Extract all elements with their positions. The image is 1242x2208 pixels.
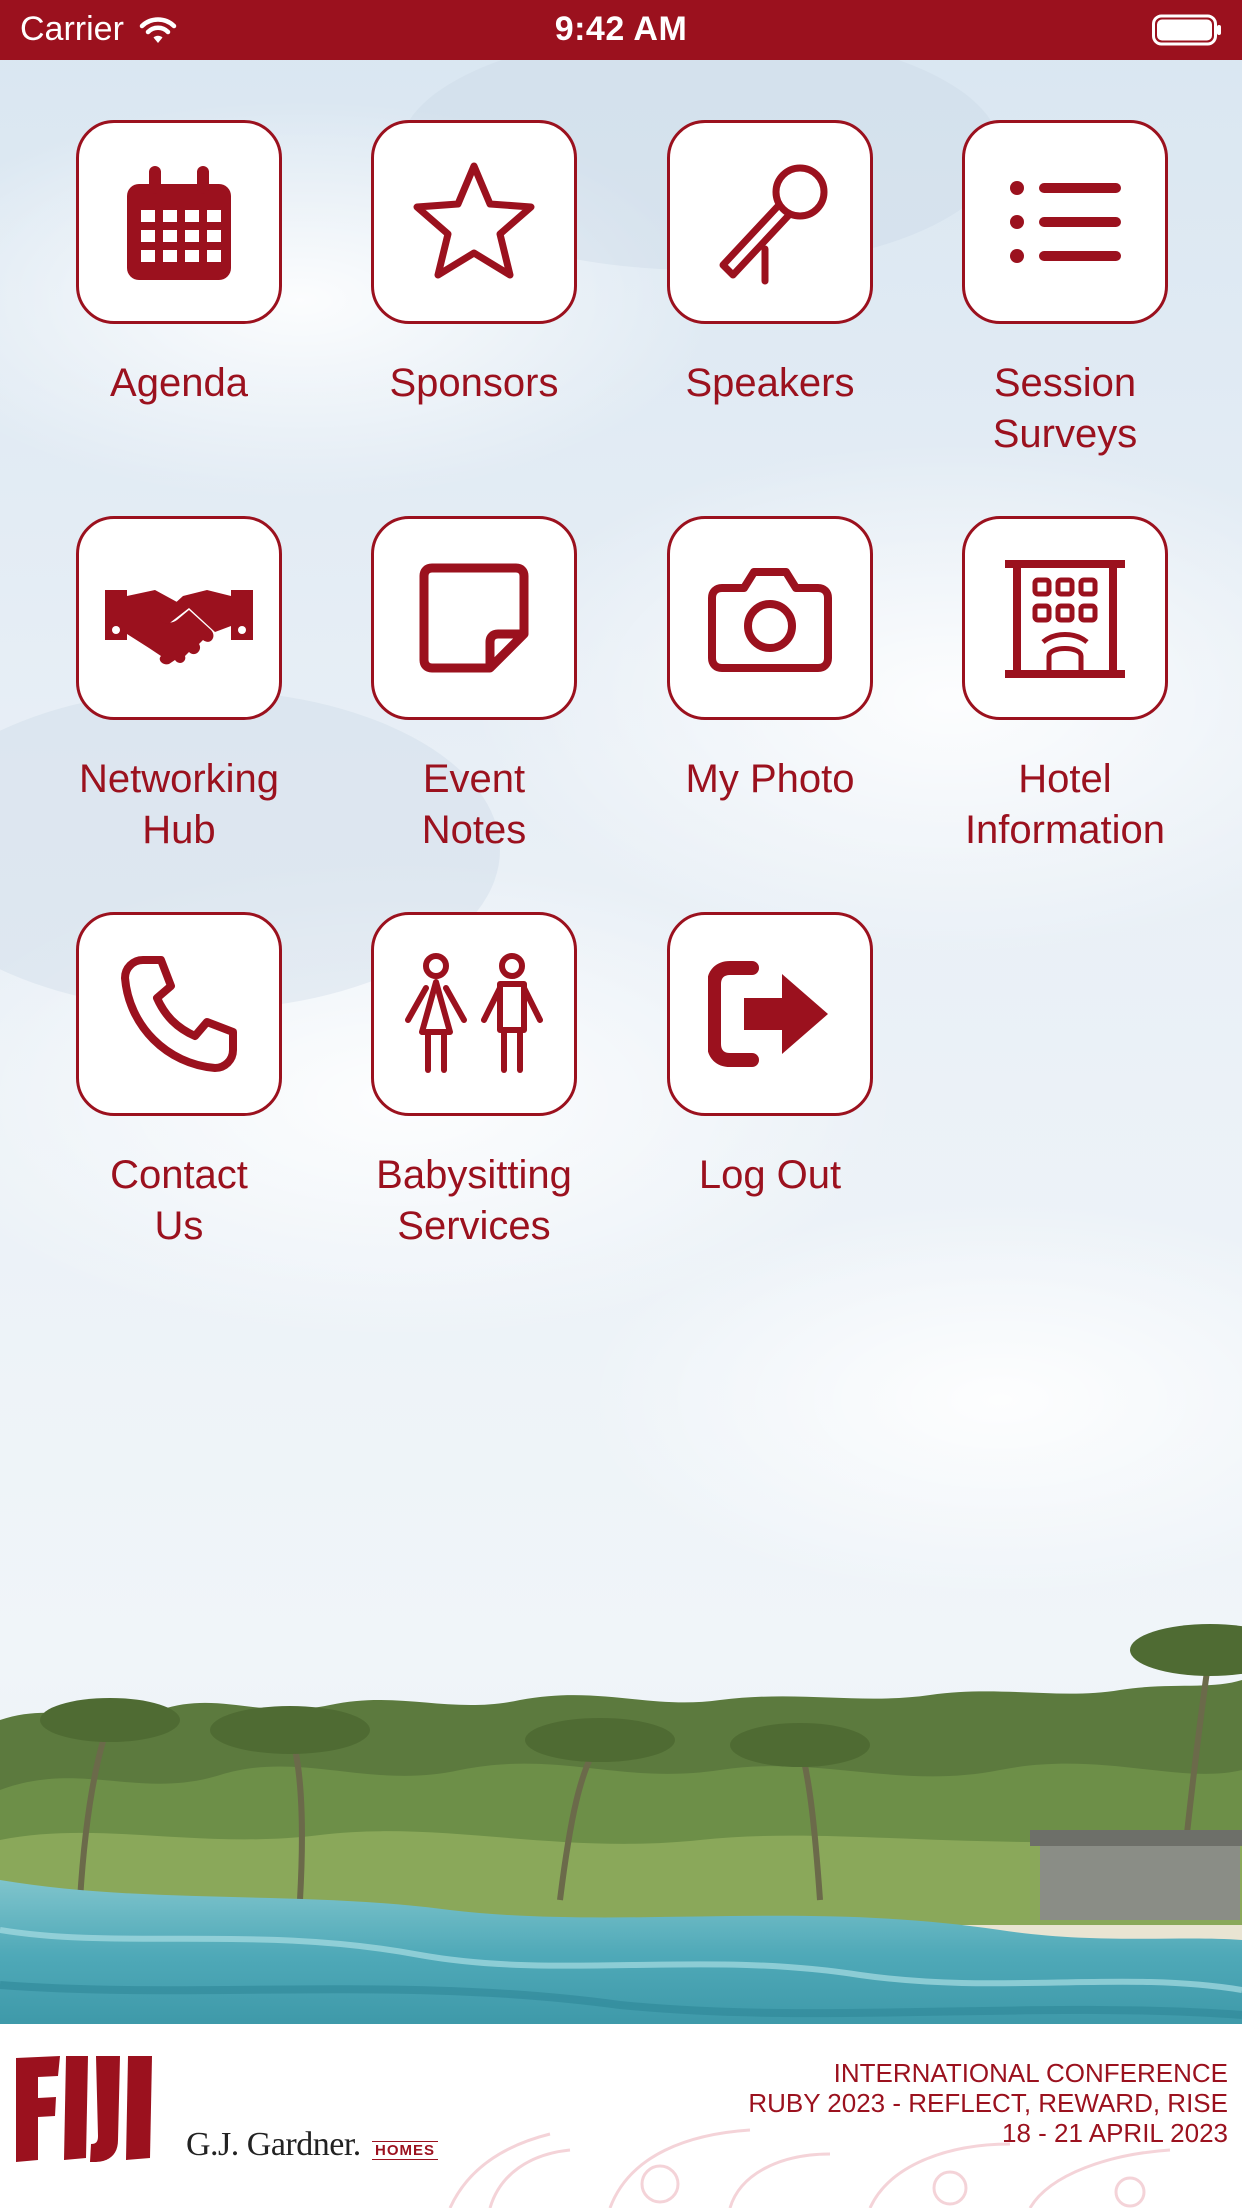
- menu-item-hotel-information[interactable]: Hotel Information: [962, 516, 1168, 856]
- menu-item-my-photo[interactable]: My Photo: [667, 516, 873, 805]
- menu-tile[interactable]: [667, 516, 873, 720]
- conference-banner: G.J. Gardner. HOMES INTERNATIONAL CONFER…: [0, 2024, 1242, 2208]
- menu-item-event-notes[interactable]: Event Notes: [371, 516, 577, 856]
- menu-item-label: Agenda: [110, 361, 248, 405]
- list-icon: [1010, 181, 1121, 263]
- star-icon: [413, 162, 535, 279]
- menu-tile[interactable]: [371, 516, 577, 720]
- menu-tile[interactable]: [667, 120, 873, 324]
- menu-tile[interactable]: [76, 120, 282, 324]
- hotel-building-icon: [1005, 560, 1125, 678]
- microphone-icon: [719, 164, 828, 285]
- menu-tile[interactable]: [371, 912, 577, 1116]
- menu-item-label: Session Surveys: [992, 361, 1138, 456]
- menu-item-log-out[interactable]: Log Out: [667, 912, 873, 1201]
- menu-item-label: Sponsors: [389, 361, 559, 405]
- menu-tile[interactable]: [371, 120, 577, 324]
- menu-item-networking-hub[interactable]: Networking Hub: [76, 516, 282, 856]
- menu-tile[interactable]: [76, 516, 282, 720]
- logout-icon: [708, 961, 828, 1067]
- brand-homes: HOMES: [372, 2141, 439, 2160]
- status-bar: Carrier 9:42 AM: [0, 0, 1242, 60]
- clock: 9:42 AM: [554, 10, 688, 48]
- menu-tile[interactable]: [76, 912, 282, 1116]
- children-icon: [405, 953, 543, 1073]
- menu-item-label: Contact Us: [110, 1153, 248, 1248]
- conference-dates: 18 - 21 APRIL 2023: [1002, 2118, 1228, 2148]
- menu-item-label: My Photo: [685, 757, 855, 801]
- conference-title: INTERNATIONAL CONFERENCE: [833, 2058, 1228, 2088]
- battery-icon: [1152, 14, 1221, 46]
- fiji-logo: [16, 2056, 152, 2162]
- menu-tile[interactable]: [962, 120, 1168, 324]
- menu-tile[interactable]: [667, 912, 873, 1116]
- phone-icon: [121, 956, 237, 1072]
- handshake-icon: [105, 590, 253, 665]
- menu-item-session-surveys[interactable]: Session Surveys: [962, 120, 1168, 460]
- menu-tile[interactable]: [962, 516, 1168, 720]
- menu-item-contact-us[interactable]: Contact Us: [76, 912, 282, 1252]
- menu-item-babysitting-services[interactable]: Babysitting Services: [371, 912, 577, 1252]
- menu-item-label: Speakers: [685, 361, 855, 405]
- camera-icon: [708, 568, 832, 672]
- calendar-icon: [127, 166, 231, 280]
- menu-item-sponsors[interactable]: Sponsors: [371, 120, 577, 409]
- menu-item-agenda[interactable]: Agenda: [76, 120, 282, 409]
- conference-theme: RUBY 2023 - REFLECT, REWARD, RISE: [748, 2088, 1228, 2118]
- menu-item-label: Hotel Information: [964, 757, 1166, 852]
- brand-name: G.J. Gardner.: [186, 2126, 361, 2163]
- menu-item-label: Babysitting Services: [376, 1153, 572, 1248]
- menu-item-speakers[interactable]: Speakers: [667, 120, 873, 409]
- menu-item-label: Log Out: [698, 1153, 842, 1197]
- conference-info: INTERNATIONAL CONFERENCE RUBY 2023 - REF…: [748, 2058, 1228, 2148]
- menu-item-label: Event Notes: [421, 757, 527, 852]
- menu-item-label: Networking Hub: [78, 757, 280, 852]
- sticky-note-icon: [419, 563, 529, 673]
